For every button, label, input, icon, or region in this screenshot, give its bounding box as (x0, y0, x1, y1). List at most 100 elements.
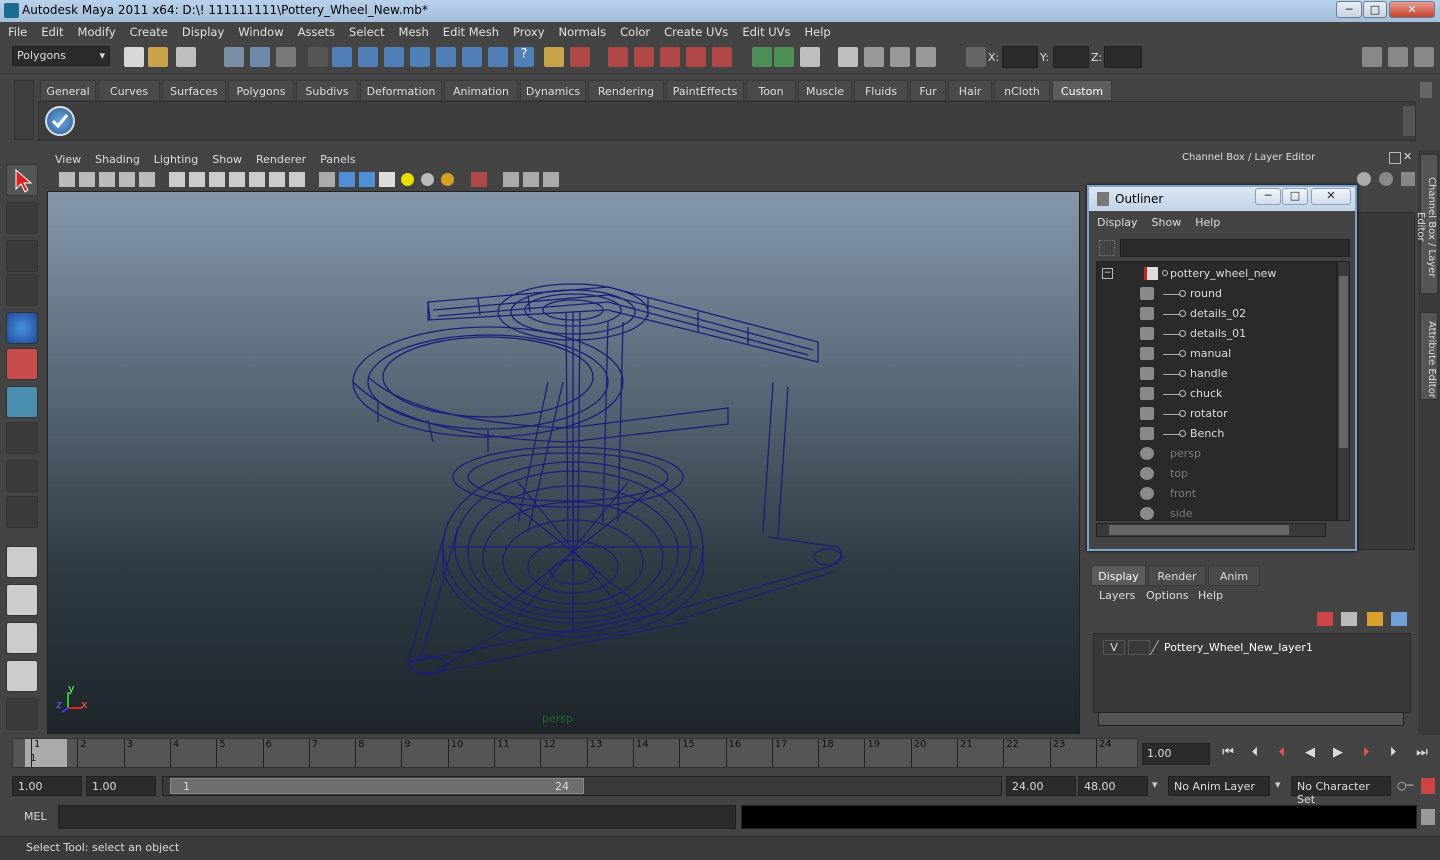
playback-start-field[interactable]: 1.00 (86, 776, 156, 796)
shelf-tab-hair[interactable]: Hair (948, 80, 992, 101)
time-slider[interactable]: 1 1 2 3 4 5 6 7 8 9 10 11 12 13 14 15 16 17 18 19 20 21 22 23 2… (12, 738, 1138, 768)
collapse-icon[interactable]: − (1102, 268, 1113, 279)
scale-tool-icon[interactable] (6, 348, 38, 380)
menu-proxy[interactable]: Proxy (505, 22, 551, 39)
shelf-tab-toon[interactable]: Toon (746, 80, 796, 101)
layer-type-toggle[interactable] (1128, 640, 1150, 655)
input-output-icon[interactable] (752, 47, 772, 67)
default-light-icon[interactable] (401, 173, 414, 186)
smooth-shading-icon[interactable] (339, 172, 355, 187)
menu-create[interactable]: Create (122, 22, 174, 39)
menu-edit-mesh[interactable]: Edit Mesh (435, 22, 505, 39)
maximize-button[interactable]: □ (1363, 1, 1387, 18)
menu-file[interactable]: File (0, 22, 33, 39)
layer-list-hscroll[interactable] (1098, 712, 1404, 726)
layer-name[interactable]: Pottery_Wheel_New_layer1 (1164, 641, 1313, 654)
select-misc-icon[interactable]: ? (514, 47, 534, 67)
make-live-icon[interactable] (712, 47, 732, 67)
select-object-icon[interactable] (250, 47, 270, 67)
outliner-menu-help[interactable]: Help (1187, 213, 1226, 229)
layer-row[interactable]: V Pottery_Wheel_New_layer1 (1098, 638, 1404, 656)
layer-menu-layers[interactable]: Layers (1099, 589, 1135, 602)
viewport-menu-panels[interactable]: Panels (312, 150, 361, 166)
minimize-button[interactable]: ─ (1336, 1, 1362, 18)
playback-end-field[interactable]: 24.00 (1006, 776, 1076, 796)
snap-curve-icon[interactable] (634, 47, 654, 67)
menu-edit[interactable]: Edit (33, 22, 69, 39)
go-to-end-icon[interactable]: ⏭ (1412, 745, 1432, 765)
show-tool-settings-icon[interactable] (1388, 47, 1408, 67)
channel-box-layer-editor-icon[interactable] (1401, 172, 1415, 186)
menu-help[interactable]: Help (797, 22, 837, 39)
outliner-item[interactable]: chuck (1097, 384, 1336, 404)
shelf-tab-general[interactable]: General (40, 80, 96, 101)
wireframe-on-shaded-icon[interactable] (359, 172, 375, 187)
shelf-tab-polygons[interactable]: Polygons (228, 80, 294, 101)
menu-assets[interactable]: Assets (290, 22, 341, 39)
step-forward-frame-icon[interactable]: ⏵ (1383, 745, 1403, 765)
step-back-frame-icon[interactable]: ⏴ (1245, 745, 1265, 765)
shelf-options-icon[interactable] (14, 80, 34, 140)
lasso-tool-icon[interactable] (6, 202, 38, 234)
show-channel-box-icon[interactable] (1414, 47, 1434, 67)
auto-key-icon[interactable]: ○─ (1397, 779, 1413, 792)
outliner-filter-icon[interactable] (1099, 240, 1115, 256)
menu-mesh[interactable]: Mesh (391, 22, 435, 39)
z-field[interactable] (1104, 46, 1142, 68)
shelf-scroll-icon[interactable] (1403, 106, 1415, 136)
current-time-field[interactable]: 1.00 (1142, 743, 1210, 765)
play-forwards-icon[interactable]: ▶ (1328, 745, 1348, 765)
menu-normals[interactable]: Normals (551, 22, 613, 39)
menu-display[interactable]: Display (174, 22, 230, 39)
resolution-gate-icon[interactable] (209, 172, 225, 187)
soft-modification-tool-icon[interactable] (6, 422, 38, 454)
viewport-menu-shading[interactable]: Shading (87, 150, 146, 166)
viewport-menu-show[interactable]: Show (204, 150, 248, 166)
shelf-tab-subdivs[interactable]: Subdivs (296, 80, 358, 101)
universal-manipulator-icon[interactable] (6, 386, 38, 418)
shelf-tab-deformation[interactable]: Deformation (360, 80, 442, 101)
isolate-select-icon[interactable] (471, 172, 487, 187)
xray-icon[interactable] (503, 172, 519, 187)
shelf-tab-custom[interactable]: Custom (1052, 80, 1112, 101)
transform-field-mode-icon[interactable] (966, 47, 986, 67)
outliner-hscroll[interactable] (1096, 523, 1326, 537)
create-layer-from-selected-icon[interactable] (1391, 612, 1407, 626)
viewport-menu-renderer[interactable]: Renderer (248, 150, 312, 166)
float-panel-icon[interactable] (1389, 152, 1401, 164)
viewport-menu-view[interactable]: View (47, 150, 87, 166)
start-time-field[interactable]: 1.00 (12, 776, 82, 796)
grid-toggle-icon[interactable] (169, 172, 185, 187)
graph-persp-layout-icon[interactable] (6, 660, 38, 692)
viewport-menu-lighting[interactable]: Lighting (146, 150, 204, 166)
shelf-tab-painteffects[interactable]: PaintEffects (666, 80, 744, 101)
shadows-icon[interactable] (441, 173, 454, 186)
channel-box-icon[interactable] (1357, 172, 1371, 186)
menu-modify[interactable]: Modify (70, 22, 122, 39)
wireframe-shading-icon[interactable] (319, 172, 335, 187)
menu-color[interactable]: Color (612, 22, 656, 39)
shelf-tab-dynamics[interactable]: Dynamics (520, 80, 586, 101)
anim-layer-dropdown[interactable]: No Anim Layer (1168, 776, 1270, 796)
two-d-pan-zoom-icon[interactable] (139, 172, 155, 187)
character-set-chevron-icon[interactable]: ▾ (1275, 778, 1281, 791)
shelf-tab-fur[interactable]: Fur (910, 80, 946, 101)
menu-create-uvs[interactable]: Create UVs (656, 22, 734, 39)
y-field[interactable] (1053, 46, 1089, 68)
step-back-key-icon[interactable]: ⏴ (1272, 745, 1292, 765)
field-chart-icon[interactable] (249, 172, 265, 187)
layer-tab-display[interactable]: Display (1091, 565, 1146, 586)
snap-view-plane-icon[interactable] (686, 47, 706, 67)
anim-layer-chevron-icon[interactable]: ▾ (1152, 778, 1158, 791)
layer-menu-help[interactable]: Help (1198, 589, 1223, 602)
shelf-tab-rendering[interactable]: Rendering (588, 80, 664, 101)
layer-visibility-toggle[interactable]: V (1103, 640, 1125, 655)
animation-preferences-icon[interactable] (1421, 778, 1435, 794)
select-handles-icon[interactable] (332, 47, 352, 67)
mel-label[interactable]: MEL (24, 810, 47, 823)
x-field[interactable] (1002, 46, 1038, 68)
new-scene-icon[interactable] (124, 47, 144, 67)
close-panel-icon[interactable]: ✕ (1403, 151, 1415, 163)
outliner-item[interactable]: rotator (1097, 404, 1336, 424)
layer-editor-icon[interactable] (1379, 172, 1393, 186)
